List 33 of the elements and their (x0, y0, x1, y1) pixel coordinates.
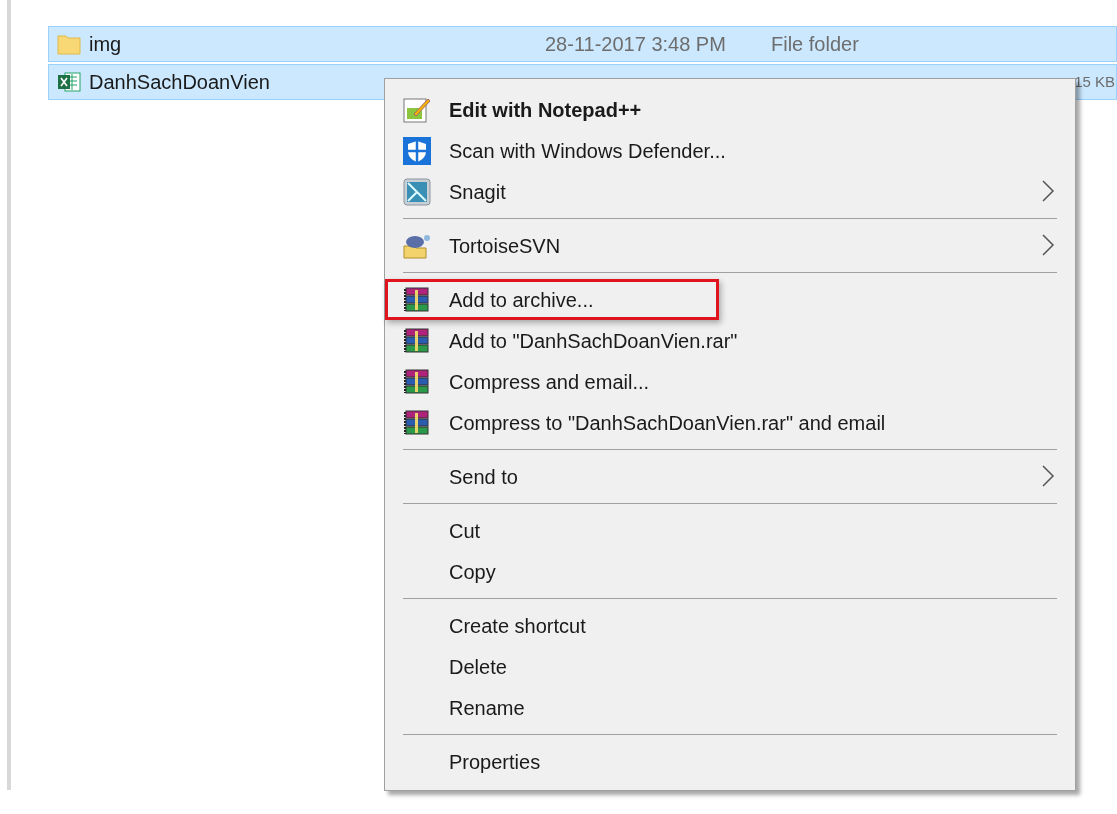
menu-item[interactable]: Rename (385, 687, 1075, 728)
archive-books-icon (402, 407, 432, 438)
folder-icon (57, 33, 81, 55)
menu-item[interactable]: Scan with Windows Defender... (385, 130, 1075, 171)
chevron-right-icon (1041, 464, 1055, 488)
menu-item[interactable]: Snagit (385, 171, 1075, 212)
shield-icon (402, 135, 432, 166)
archive-books-icon (402, 284, 432, 315)
notepad-icon (402, 95, 432, 124)
archive-books-icon (402, 325, 432, 356)
file-row[interactable]: img 28-11-2017 3:48 PM File folder (48, 26, 1117, 62)
menu-item[interactable]: Cut (385, 510, 1075, 551)
file-name: DanhSachDoanVien (89, 70, 271, 95)
archive-books-icon (402, 366, 432, 397)
menu-item[interactable]: Copy (385, 551, 1075, 592)
menu-item[interactable]: Add to archive... (385, 279, 719, 320)
menu-item[interactable]: TortoiseSVN (385, 225, 1075, 266)
snagit-icon (402, 176, 432, 207)
menu-item[interactable]: Send to (385, 456, 1075, 497)
file-size: 15 KB (1074, 71, 1116, 92)
menu-item[interactable]: Add to "DanhSachDoanVien.rar" (385, 320, 1075, 361)
file-name: img (89, 32, 123, 57)
file-type: File folder (771, 32, 860, 57)
menu-item[interactable]: Edit with Notepad++ (385, 89, 1075, 130)
menu-item[interactable]: Compress to "DanhSachDoanVien.rar" and email (385, 402, 1075, 443)
spreadsheet-icon (57, 71, 81, 93)
menu-item[interactable]: Delete (385, 646, 1075, 687)
chevron-right-icon (1041, 233, 1055, 257)
menu-item[interactable]: Properties (385, 741, 1075, 782)
file-date: 28-11-2017 3:48 PM (545, 32, 727, 57)
chevron-right-icon (1041, 179, 1055, 203)
menu-item[interactable]: Create shortcut (385, 605, 1075, 646)
menu-item[interactable]: Compress and email... (385, 361, 1075, 402)
